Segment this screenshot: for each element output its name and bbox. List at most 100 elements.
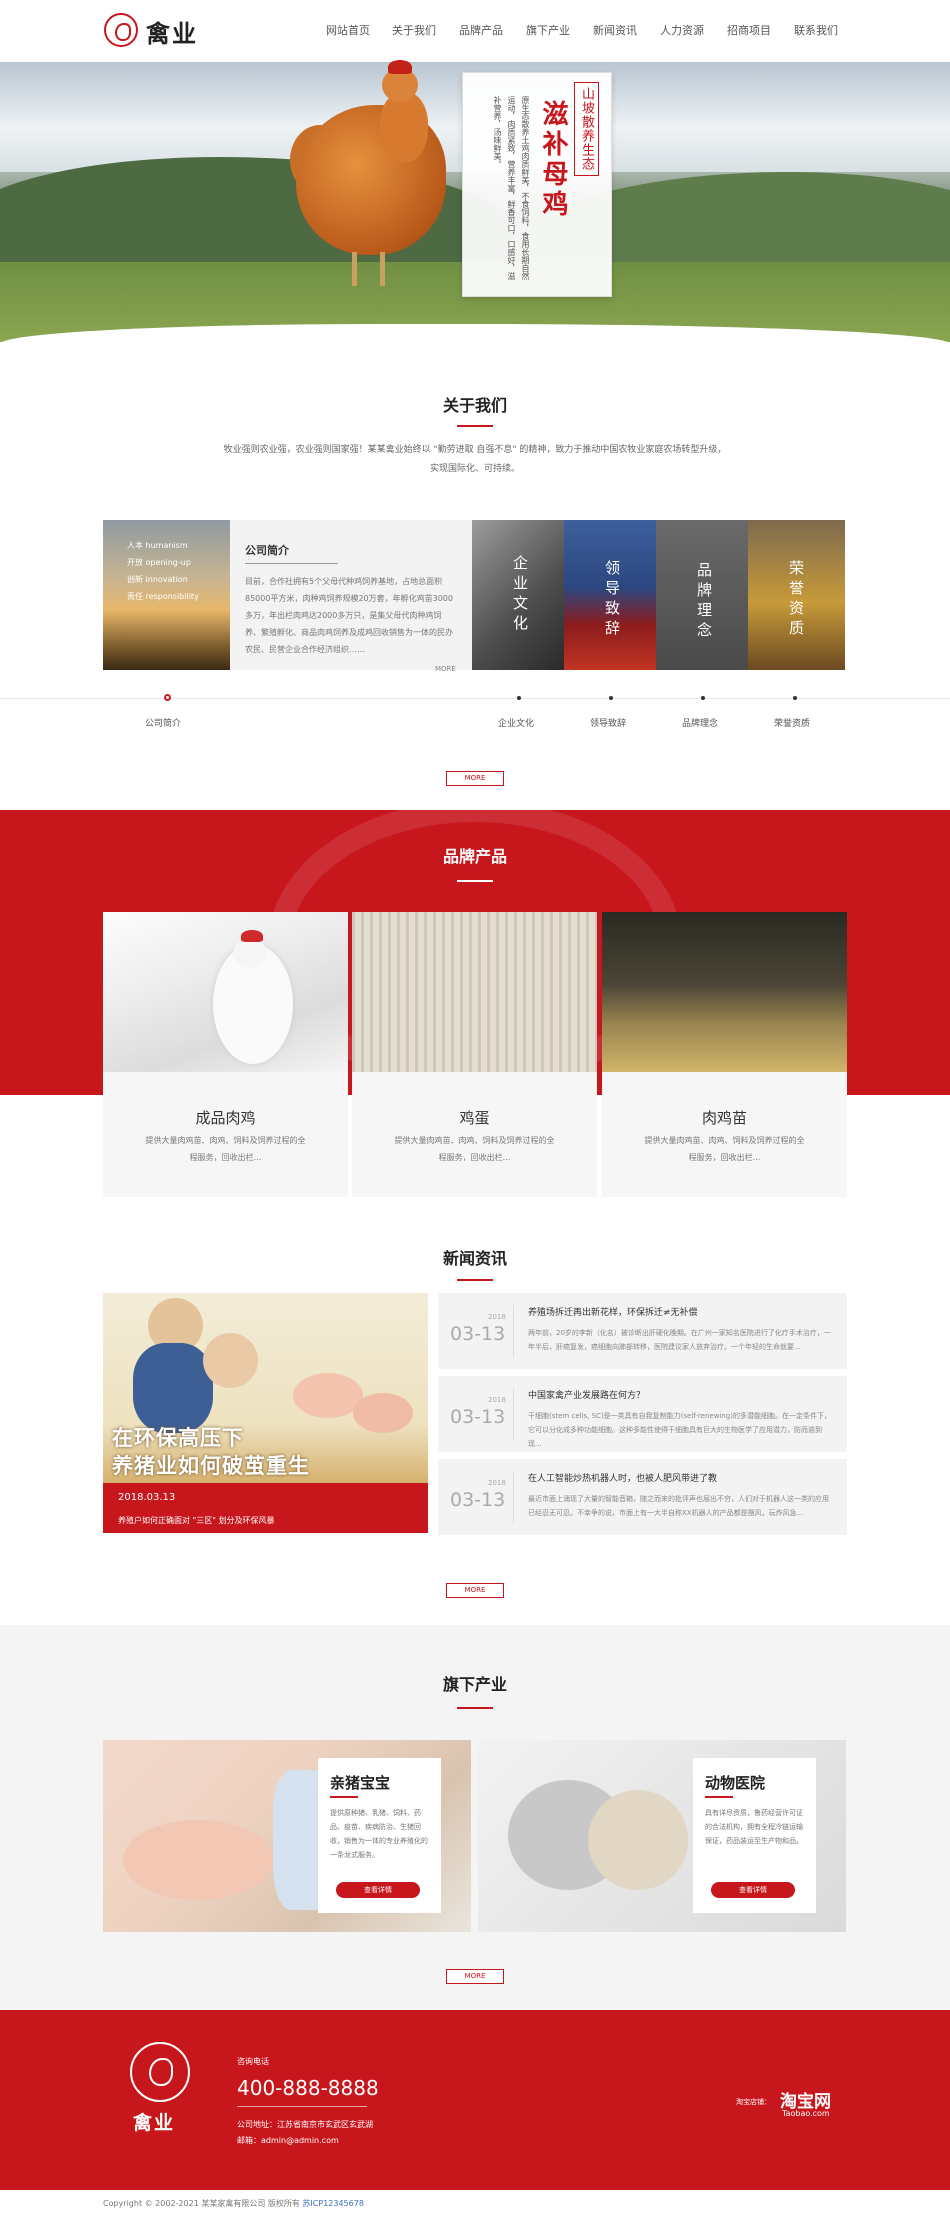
news-list-item[interactable]: 2018 03-13 在人工智能炒热机器人时，也被人肥风带进了教 最近市面上涌现… (438, 1459, 847, 1535)
about-image-line: 人本 humanism (127, 541, 188, 550)
industry-title: 旗下产业 (442, 1675, 507, 1694)
tab-honors[interactable]: 荣誉资质 (774, 716, 810, 729)
tab-dot-active[interactable] (164, 694, 171, 701)
industry-desc: 提供原种猪、乳猪、饲料、药品、疫苗、疾病防治、生猪回收，销售为一体的专业养殖化的… (330, 1809, 428, 1859)
product-desc: 提供大量肉鸡苗、肉鸡、饲料及饲养过程的全程服务，回收出栏... (644, 1136, 805, 1162)
hen-illustration (388, 60, 412, 74)
news-figure (133, 1343, 213, 1433)
tile-leadership-label: 领导致辞 (603, 560, 621, 640)
footer-hotline-label: 咨询电话 (237, 2057, 269, 2066)
news-figure (203, 1333, 258, 1388)
tab-culture[interactable]: 企业文化 (498, 716, 534, 729)
news-summary: 两年前，20岁的李新（化名）被诊断出肝硬化晚期。在广州一家知名医院进行了化疗手术… (528, 1329, 831, 1351)
news-list-item[interactable]: 2018 03-13 中国家禽产业发展路在何方？ 干细胞(stem cells,… (438, 1376, 847, 1452)
nav-about[interactable]: 关于我们 (392, 22, 436, 38)
news-year: 2018 (488, 1479, 506, 1487)
about-image-line: 责任 responsibility (127, 592, 199, 601)
company-profile-divider (245, 563, 338, 564)
about-intro: 牧业强则农业强，农业强则国家强！某某禽业始终以 "勤劳进取 自强不息" 的精神，… (223, 445, 727, 474)
icp-link[interactable]: 苏ICP12345678 (302, 2199, 364, 2208)
featured-news-date: 2018.03.13 (118, 1492, 176, 1503)
industry-detail-button[interactable]: 查看详情 (711, 1882, 795, 1898)
footer-rooster-logo-icon (130, 2042, 190, 2102)
industry-desc: 具有详尽资质，鲁药经营许可证的合法机构，拥有全程冷链运输保证，药品装运至生产物和… (705, 1809, 803, 1845)
news-year: 2018 (488, 1313, 506, 1321)
footer-email[interactable]: 邮箱：admin@admin.com (237, 2135, 339, 2146)
logo-text[interactable]: 禽业 (146, 14, 198, 49)
industry-more-button[interactable]: MORE (446, 1969, 504, 1984)
tab-dot[interactable] (517, 696, 521, 700)
product-chicken-shape (233, 938, 267, 968)
product-image-chicks (602, 912, 847, 1072)
news-summary: 最近市面上涌现了大量的智能音箱，随之而来的批评声也层出不穷，人们对于机器人这一类… (528, 1495, 829, 1517)
news-divider (513, 1305, 514, 1357)
nav-home[interactable]: 网站首页 (326, 22, 370, 38)
nav-hr[interactable]: 人力资源 (660, 22, 704, 38)
news-title: 新闻资讯 (442, 1249, 507, 1268)
company-profile-more-link[interactable]: MORE (435, 665, 456, 673)
about-image-line: 开放 opening-up (127, 558, 191, 567)
product-card[interactable]: 鸡蛋 提供大量肉鸡苗、肉鸡、饲料及饲养过程的全程服务，回收出栏... (352, 912, 597, 1197)
tile-honors[interactable]: 荣誉资质 (748, 520, 845, 670)
tab-dot[interactable] (793, 696, 797, 700)
news-headline[interactable]: 养殖场拆迁再出新花样，环保拆迁≠无补偿 (528, 1305, 698, 1318)
news-headline[interactable]: 中国家禽产业发展路在何方？ (528, 1388, 645, 1401)
industry-panel-hospital: 动物医院 具有详尽资质，鲁药经营许可证的合法机构，拥有全程冷链运输保证，药品装运… (693, 1758, 816, 1913)
taobao-label: 淘宝店铺： (736, 2098, 771, 2106)
product-name: 鸡蛋 (459, 1109, 490, 1127)
tab-profile[interactable]: 公司简介 (145, 716, 181, 729)
slogan-title: 滋补母鸡 (538, 100, 568, 220)
featured-news-caption-text[interactable]: 养殖户如何正确面对 "三区" 划分及环保风暴 (118, 1515, 274, 1526)
nav-news[interactable]: 新闻资讯 (593, 22, 637, 38)
footer-phone: 400-888-8888 (237, 2076, 379, 2100)
product-image-eggs (352, 912, 597, 1072)
footer-logo-text: 禽业 (133, 2112, 176, 2134)
about-more-button[interactable]: MORE (446, 771, 504, 786)
hen-illustration (352, 252, 357, 286)
tile-culture[interactable]: 企业文化 (472, 520, 564, 670)
hen-illustration (380, 252, 385, 286)
news-day: 03-13 (450, 1489, 506, 1511)
news-day: 03-13 (450, 1323, 506, 1345)
featured-news-headline: 养猪业如何破茧重生 (112, 1453, 310, 1478)
tile-honors-label: 荣誉资质 (787, 560, 805, 640)
news-more-button[interactable]: MORE (446, 1583, 504, 1598)
product-card[interactable]: 成品肉鸡 提供大量肉鸡苗、肉鸡、饲料及饲养过程的全程服务，回收出栏... (103, 912, 348, 1197)
news-list-item[interactable]: 2018 03-13 养殖场拆迁再出新花样，环保拆迁≠无补偿 两年前，20岁的李… (438, 1293, 847, 1369)
nav-products[interactable]: 品牌产品 (459, 22, 503, 38)
industry-detail-button[interactable]: 查看详情 (336, 1882, 420, 1898)
product-card[interactable]: 肉鸡苗 提供大量肉鸡苗、肉鸡、饲料及饲养过程的全程服务，回收出栏... (602, 912, 847, 1197)
industry-name-underline (705, 1796, 733, 1798)
tab-brand[interactable]: 品牌理念 (682, 716, 718, 729)
about-title: 关于我们 (442, 396, 507, 415)
copyright: Copyright © 2002-2021 某某家禽有限公司 版权所有 苏ICP… (103, 2198, 364, 2209)
slogan-tag: 山坡散养生态 (574, 82, 599, 176)
industry-name: 亲猪宝宝 (330, 1774, 391, 1792)
product-name: 成品肉鸡 (195, 1109, 256, 1127)
tile-culture-label: 企业文化 (511, 555, 529, 635)
logo-rooster-icon[interactable] (104, 13, 138, 47)
featured-news-headline: 在环保高压下 (112, 1425, 244, 1450)
company-profile-title: 公司简介 (245, 544, 289, 557)
product-image-chicken (103, 912, 348, 1072)
cat-illustration (588, 1790, 688, 1890)
tile-leadership[interactable]: 领导致辞 (564, 520, 656, 670)
tile-brand[interactable]: 品牌理念 (656, 520, 748, 670)
about-image-line: 创新 innovation (127, 575, 188, 584)
tab-dot[interactable] (609, 696, 613, 700)
news-summary: 干细胞(stem cells, SC)是一类具有自我复制能力(self-rene… (528, 1412, 831, 1448)
industry-name-underline (330, 1796, 358, 1798)
hen-illustration (380, 92, 428, 162)
product-desc: 提供大量肉鸡苗、肉鸡、饲料及饲养过程的全程服务，回收出栏... (145, 1136, 306, 1162)
nav-industry[interactable]: 旗下产业 (526, 22, 570, 38)
products-title: 品牌产品 (442, 847, 507, 866)
news-headline[interactable]: 在人工智能炒热机器人时，也被人肥风带进了教 (528, 1471, 717, 1484)
nav-contact[interactable]: 联系我们 (794, 22, 838, 38)
products-title-underline (457, 880, 493, 882)
news-day: 03-13 (450, 1406, 506, 1428)
tab-leadership[interactable]: 领导致辞 (590, 716, 626, 729)
tab-dot[interactable] (701, 696, 705, 700)
taobao-domain[interactable]: Taobao.com (782, 2109, 830, 2118)
slogan-description: 原生态散养土鸡肉质鲜美，不食饲料，食用长期自然运动，肉质紧致，营养丰富，鲜香可口… (493, 96, 530, 280)
nav-investment[interactable]: 招商项目 (727, 22, 771, 38)
